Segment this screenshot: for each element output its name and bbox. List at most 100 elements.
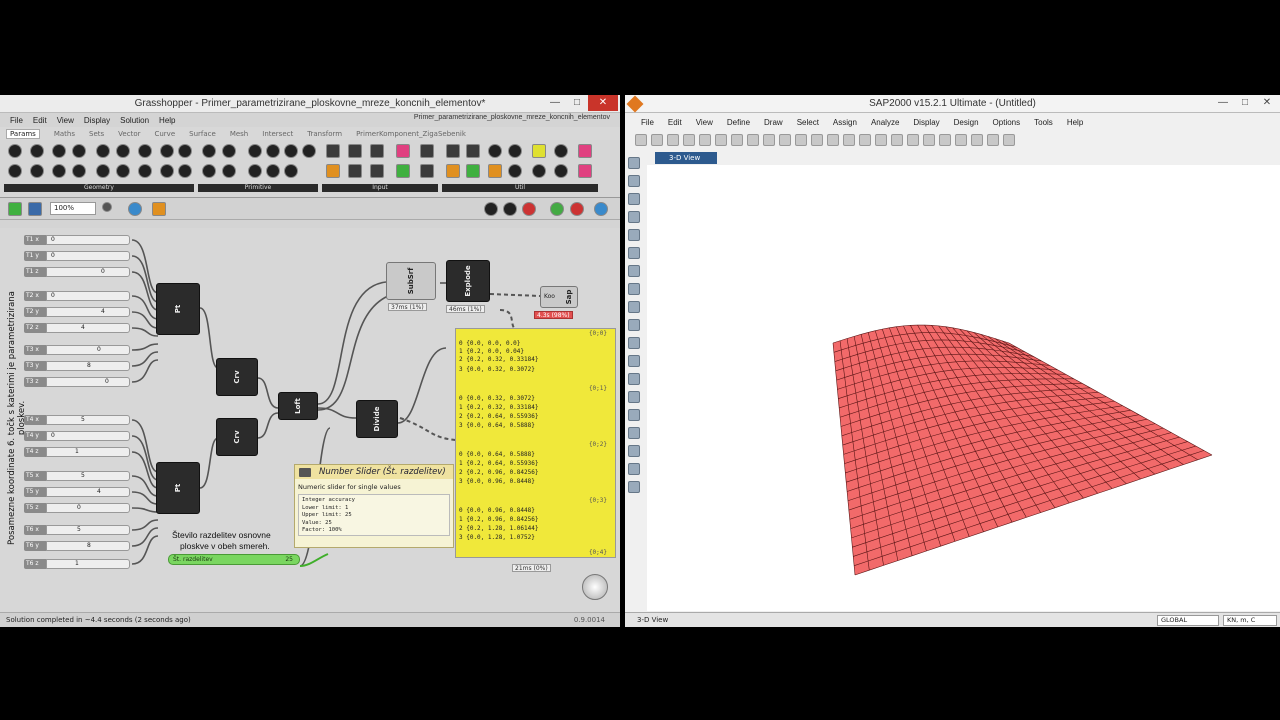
slider-value[interactable]: 0 <box>46 267 130 277</box>
data-panel[interactable]: {0;0} 0 {0.0, 0.0, 0.0} 1 {0.2, 0.0, 0.0… <box>455 328 616 558</box>
navigation-compass-icon[interactable] <box>582 574 608 600</box>
snap-icon[interactable] <box>628 409 640 421</box>
zoom-out-icon[interactable] <box>811 134 823 146</box>
tab-mesh[interactable]: Mesh <box>230 130 248 138</box>
wireframe-preview-icon[interactable] <box>503 202 517 216</box>
stream-filter-icon[interactable] <box>508 144 522 158</box>
circular-arc-icon[interactable] <box>160 164 174 178</box>
menu-define[interactable]: Define <box>727 118 750 127</box>
point-icon[interactable] <box>178 144 192 158</box>
redo-icon[interactable] <box>715 134 727 146</box>
snap-perpendicular-icon[interactable] <box>628 463 640 475</box>
gate-icon[interactable] <box>466 164 480 178</box>
shaded-preview-icon[interactable] <box>522 202 536 216</box>
md-slider-icon[interactable] <box>370 164 384 178</box>
value-list-icon[interactable] <box>348 164 362 178</box>
circle-icon[interactable] <box>30 144 44 158</box>
line-icon[interactable] <box>116 144 130 158</box>
scribble-icon[interactable] <box>532 144 546 158</box>
quick-draw-frame-icon[interactable] <box>628 229 640 241</box>
menu-help[interactable]: Help <box>159 116 175 125</box>
plane-icon[interactable] <box>160 144 174 158</box>
geometry-icon[interactable] <box>8 144 22 158</box>
slider-value[interactable]: 5 <box>46 471 130 481</box>
panel-input-icon[interactable] <box>420 144 434 158</box>
slider-value[interactable]: 0 <box>46 291 130 301</box>
refresh-icon[interactable] <box>731 134 743 146</box>
gradient-icon[interactable] <box>396 144 410 158</box>
slider-value[interactable]: 5 <box>46 415 130 425</box>
brep-icon[interactable] <box>8 164 22 178</box>
slider-t3z[interactable]: T3 z0 <box>24 377 130 387</box>
cluster-icon[interactable] <box>554 144 568 158</box>
preview-off-icon[interactable] <box>484 202 498 216</box>
slider-value[interactable]: 0 <box>46 251 130 261</box>
path-icon[interactable] <box>248 164 262 178</box>
slider-value[interactable]: 4 <box>46 323 130 333</box>
tab-3d-view[interactable]: 3-D View <box>655 152 717 164</box>
curve-component-1[interactable]: Crv <box>216 358 258 396</box>
undo-icon[interactable] <box>699 134 711 146</box>
tab-maths[interactable]: Maths <box>54 130 75 138</box>
calendar-icon[interactable] <box>420 164 434 178</box>
maximize-button[interactable]: □ <box>1234 95 1256 111</box>
slider-t3x[interactable]: T3 x0 <box>24 345 130 355</box>
bake-icon[interactable] <box>594 202 608 216</box>
divide-component[interactable]: Divide <box>356 400 398 438</box>
3d-view-icon[interactable] <box>859 134 871 146</box>
expression-icon[interactable] <box>532 164 546 178</box>
down-icon[interactable] <box>971 134 983 146</box>
zoom-fit-icon[interactable] <box>827 134 839 146</box>
zoom-select[interactable]: 100% <box>50 202 96 215</box>
slider-t2x[interactable]: T2 x0 <box>24 291 130 301</box>
rectangle-icon[interactable] <box>178 164 192 178</box>
sap-component[interactable]: Koo Sap <box>540 286 578 308</box>
subsrf-component[interactable]: SubSrf <box>386 262 436 300</box>
snap-midpoint-icon[interactable] <box>628 427 640 439</box>
menu-edit[interactable]: Edit <box>668 118 682 127</box>
slider-value[interactable]: 5 <box>46 525 130 535</box>
slider-value[interactable]: 8 <box>46 361 130 371</box>
data-dam-icon[interactable] <box>446 144 460 158</box>
arc-icon[interactable] <box>138 164 152 178</box>
divisions-slider[interactable]: Št. razdelitev 25 <box>168 554 300 565</box>
text-icon[interactable] <box>222 164 236 178</box>
menu-display[interactable]: Display <box>913 118 939 127</box>
tab-surface[interactable]: Surface <box>189 130 216 138</box>
slider-t1x[interactable]: T1 x0 <box>24 235 130 245</box>
zoom-dropdown-icon[interactable] <box>102 202 112 212</box>
slider-t2y[interactable]: T2 y4 <box>24 307 130 317</box>
evaluate-icon[interactable] <box>508 164 522 178</box>
draw-joint-icon[interactable] <box>628 193 640 205</box>
mesh-quality-icon[interactable] <box>570 202 584 216</box>
sun-icon[interactable] <box>488 164 502 178</box>
xz-view-icon[interactable] <box>891 134 903 146</box>
slider-t6z[interactable]: T6 z1 <box>24 559 130 569</box>
select-all-icon[interactable] <box>628 337 640 349</box>
zoom-in-icon[interactable] <box>795 134 807 146</box>
slider-value[interactable]: 0 <box>46 345 130 355</box>
open-icon[interactable] <box>651 134 663 146</box>
point-component-1[interactable]: Pt <box>156 283 200 335</box>
menu-file[interactable]: File <box>641 118 654 127</box>
print-icon[interactable] <box>683 134 695 146</box>
lock-icon[interactable] <box>747 134 759 146</box>
slider-t6x[interactable]: T6 x5 <box>24 525 130 535</box>
fitness-icon[interactable] <box>578 144 592 158</box>
save-icon[interactable] <box>667 134 679 146</box>
slider-value[interactable]: 8 <box>46 541 130 551</box>
boolean-icon[interactable] <box>202 144 216 158</box>
flask-icon[interactable] <box>578 164 592 178</box>
tab-vector[interactable]: Vector <box>118 130 140 138</box>
slider-t5y[interactable]: T5 y4 <box>24 487 130 497</box>
draw-solid-icon[interactable] <box>628 319 640 331</box>
draw-rect-area-icon[interactable] <box>628 301 640 313</box>
point-component-2[interactable]: Pt <box>156 462 200 514</box>
slider-value[interactable]: 0 <box>46 431 130 441</box>
color-icon[interactable] <box>202 164 216 178</box>
script-icon[interactable] <box>554 164 568 178</box>
mesh-icon[interactable] <box>138 144 152 158</box>
tab-transform[interactable]: Transform <box>307 130 342 138</box>
slider-value[interactable]: 4 <box>46 487 130 497</box>
perspective-icon[interactable] <box>939 134 951 146</box>
